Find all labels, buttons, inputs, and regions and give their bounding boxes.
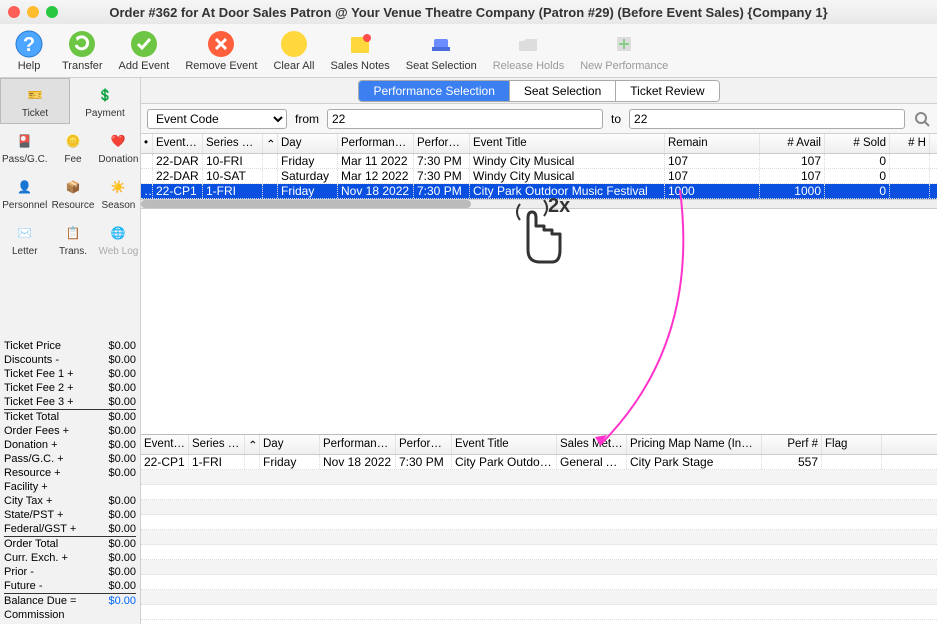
price-row: Facility + [4,480,136,494]
donation-tab[interactable]: ❤️Donation [96,124,140,170]
price-row: State/PST +$0.00 [4,508,136,522]
price-row: Order Total$0.00 [4,536,136,551]
price-row: Ticket Fee 2 +$0.00 [4,381,136,395]
letter-icon: ✉️ [13,221,37,245]
price-row: Donation +$0.00 [4,438,136,452]
transfer-button[interactable]: Transfer [54,26,111,75]
window-title: Order #362 for At Door Sales Patron @ Yo… [8,5,929,20]
close-icon[interactable] [8,6,20,18]
view-tabs: Performance Selection Seat Selection Tic… [141,78,937,104]
price-row: Pass/G.C. +$0.00 [4,452,136,466]
help-button[interactable]: ? Help [4,26,54,75]
svg-text:?: ? [23,34,35,56]
remove-event-button[interactable]: Remove Event [177,26,265,75]
sun-icon: ☀️ [106,175,130,199]
heart-icon: ❤️ [106,129,130,153]
tab-performance-selection[interactable]: Performance Selection [359,81,509,101]
table-row[interactable]: 22-CP11-FRIFridayNov 18 20227:30 PMCity … [141,455,937,470]
season-tab[interactable]: ☀️Season [96,170,140,216]
selected-grid-header: Event … Series C… ⌃ Day Performanc… Perf… [141,435,937,455]
to-input[interactable] [629,109,905,129]
price-row: Discounts -$0.00 [4,353,136,367]
note-icon [345,29,375,59]
performance-grid[interactable]: • Event … Series C… ⌃ Day Performanc… Pe… [141,134,937,434]
sidebar: 🎫Ticket 💲Payment 🎴Pass/G.C. 🪙Fee ❤️Donat… [0,78,141,624]
sales-notes-button[interactable]: Sales Notes [322,26,397,75]
table-row[interactable]: 22-DAR10-SATSaturdayMar 12 20227:30 PMWi… [141,169,937,184]
to-label: to [611,112,621,126]
grid-header: • Event … Series C… ⌃ Day Performanc… Pe… [141,134,937,154]
tab-seat-selection[interactable]: Seat Selection [510,81,616,101]
filter-field-select[interactable]: Event Code [147,109,287,129]
zoom-icon[interactable] [46,6,58,18]
folder-icon [513,29,543,59]
refresh-icon [67,29,97,59]
ticket-tab[interactable]: 🎫Ticket [0,78,70,124]
person-icon: 👤 [13,175,37,199]
x-icon [206,29,236,59]
release-holds-button: Release Holds [485,26,573,75]
price-row: Ticket Fee 3 +$0.00 [4,395,136,409]
price-row: Ticket Fee 1 +$0.00 [4,367,136,381]
price-row: Balance Due =$0.00 [4,593,136,608]
personnel-tab[interactable]: 👤Personnel [0,170,50,216]
window-controls [8,6,58,18]
weblog-tab: 🌐Web Log [96,216,140,262]
check-icon [129,29,159,59]
coins-icon: 🪙 [61,129,85,153]
trans-tab[interactable]: 📋Trans. [50,216,97,262]
price-row: Federal/GST +$0.00 [4,522,136,536]
ticket-icon: 🎫 [23,83,47,107]
price-row: City Tax +$0.00 [4,494,136,508]
price-row: Commission [4,608,136,622]
price-row: Order Fees +$0.00 [4,424,136,438]
from-input[interactable] [327,109,603,129]
card-icon: 🎴 [13,129,37,153]
price-row: Prior -$0.00 [4,565,136,579]
pricing-summary: Ticket Price$0.00Discounts -$0.00Ticket … [0,262,140,624]
minimize-icon[interactable] [27,6,39,18]
globe-icon: 🌐 [106,221,130,245]
letter-tab[interactable]: ✉️Letter [0,216,50,262]
tab-ticket-review[interactable]: Ticket Review [616,81,718,101]
filter-bar: Event Code from to [141,104,937,134]
clear-all-button[interactable]: Clear All [265,26,322,75]
seat-icon [426,29,456,59]
search-icon[interactable] [913,110,931,128]
list-icon: 📋 [61,221,85,245]
price-row: Resource +$0.00 [4,466,136,480]
circle-icon [279,29,309,59]
table-row[interactable]: 22-DAR10-FRIFridayMar 11 20227:30 PMWind… [141,154,937,169]
new-performance-button: New Performance [572,26,676,75]
content-area: Performance Selection Seat Selection Tic… [141,78,937,624]
horizontal-scrollbar[interactable] [141,199,937,209]
box-icon: 📦 [61,175,85,199]
selected-grid[interactable]: Event … Series C… ⌃ Day Performanc… Perf… [141,434,937,624]
plus-icon [609,29,639,59]
help-icon: ? [14,29,44,59]
price-row: Future -$0.00 [4,579,136,593]
from-label: from [295,112,319,126]
dollar-icon: 💲 [93,83,117,107]
main-toolbar: ? Help Transfer Add Event Remove Event C… [0,24,937,78]
titlebar: Order #362 for At Door Sales Patron @ Yo… [0,0,937,24]
price-row: Curr. Exch. +$0.00 [4,551,136,565]
fee-tab[interactable]: 🪙Fee [50,124,97,170]
price-row: Ticket Total$0.00 [4,409,136,424]
resource-tab[interactable]: 📦Resource [50,170,97,216]
payment-tab[interactable]: 💲Payment [70,78,140,124]
add-event-button[interactable]: Add Event [111,26,178,75]
price-row: Ticket Price$0.00 [4,339,136,353]
table-row[interactable]: …22-CP11-FRIFridayNov 18 20227:30 PMCity… [141,184,937,199]
seat-selection-button[interactable]: Seat Selection [398,26,485,75]
pass-tab[interactable]: 🎴Pass/G.C. [0,124,50,170]
